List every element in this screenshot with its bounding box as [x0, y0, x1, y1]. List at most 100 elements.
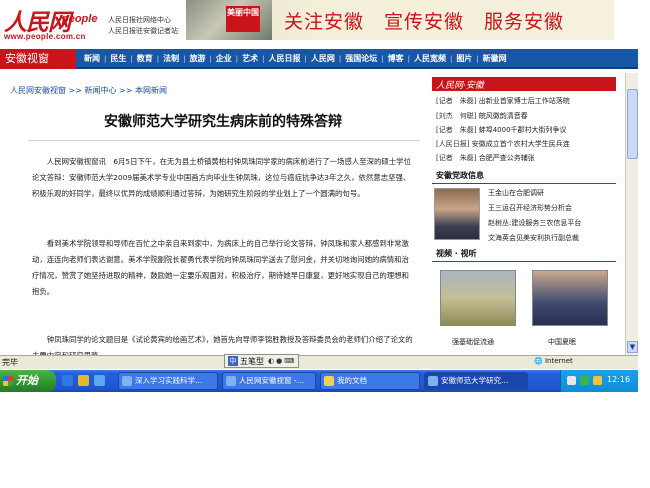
news-text[interactable]: 皖风徽韵清音春 — [479, 112, 528, 120]
gov-news-item[interactable]: 文海英会见美安利执行副总裁 — [488, 233, 579, 243]
task-button-2[interactable]: 人民网安徽视窗 -… — [222, 372, 316, 390]
nav-item-art[interactable]: 艺术 — [238, 49, 262, 69]
task-label: 我的文档 — [337, 376, 367, 385]
ime-halfwidth-icon[interactable]: ◐ — [268, 357, 274, 365]
nav-item-peoples-daily[interactable]: 人民日报 — [265, 49, 305, 69]
sidebar-video-header: 视频 · 视听 — [432, 248, 616, 262]
windows-taskbar: 开始 深入学习实践科学… 人民网安徽视窗 -… 我的文档 安徽师范大学研究… 1… — [0, 370, 638, 392]
news-text[interactable]: 安徽成立首个农村大学生民兵连 — [472, 140, 570, 148]
sidebar-gov-title: 安徽党政信息 — [436, 171, 484, 180]
windows-flag-icon — [3, 376, 13, 386]
folder-window-icon — [324, 376, 334, 386]
start-label: 开始 — [16, 374, 38, 387]
system-tray: 12:16 — [560, 370, 638, 392]
scroll-down-arrow-icon[interactable]: ▼ — [627, 341, 638, 353]
video-thumbnail-1[interactable] — [440, 270, 516, 326]
banner-seal: 美丽中国 — [226, 6, 260, 32]
sidebar-news-item[interactable]: [记者 朱磊] 出新业首家博士后工作站落皖 — [436, 96, 570, 106]
official-portrait-image[interactable] — [434, 188, 480, 240]
right-sidebar: 人民网·安徽 [记者 朱磊] 出新业首家博士后工作站落皖 [刘杰 何聪] 皖风徽… — [432, 73, 616, 355]
site-logo-people[interactable]: people — [62, 13, 97, 25]
nav-item-news[interactable]: 新闻 — [80, 49, 104, 69]
ime-keyboard-icon[interactable]: ⌨ — [284, 357, 294, 365]
article-paragraph-3: 钟凤珠同学的论文题目是《试论黄宾的绘画艺术》，她首先向导师李锦胜教授及答辩委员会… — [32, 335, 413, 356]
breadcrumb[interactable]: 人民网安徽视窗 >> 新闻中心 >> 本网新闻 — [10, 85, 167, 96]
main-nav: 安徽视窗 新闻 | 民生 | 教育 | 法制 | 旅游 | 企业 | 艺术 | 人民日报 | 人… — [0, 49, 638, 69]
sidebar-news-header: 人民网·安徽 — [432, 77, 616, 91]
gov-news-item[interactable]: 赵树丛:建设服务三农信息平台 — [488, 218, 581, 228]
sidebar-news-item[interactable]: [人民日报] 安徽成立首个农村大学生民兵连 — [436, 139, 570, 149]
clock[interactable]: 12:16 — [607, 375, 630, 384]
ie-window-icon — [122, 376, 132, 386]
nav-item-photos[interactable]: 图片 — [452, 49, 476, 69]
start-button[interactable]: 开始 — [0, 370, 56, 392]
network-icon[interactable] — [580, 376, 589, 385]
article-title: 安徽师范大学研究生病床前的特殊答辩 — [104, 114, 342, 130]
nav-item-livelihood[interactable]: 民生 — [106, 49, 130, 69]
status-text: 完毕 — [2, 358, 18, 367]
ie-window-icon — [226, 376, 236, 386]
volume-icon[interactable] — [567, 376, 576, 385]
sidebar-news-title: 人民网·安徽 — [436, 81, 484, 91]
nav-item-broadband[interactable]: 人民宽频 — [410, 49, 450, 69]
browser-status-bar: 完毕 🌐 Internet — [0, 355, 638, 369]
task-button-1[interactable]: 深入学习实践科学… — [118, 372, 218, 390]
news-text[interactable]: 蚌埠4000千郡村大街列争议 — [479, 126, 567, 134]
nav-item-people-net[interactable]: 人民网 — [307, 49, 339, 69]
nav-item-xinhui[interactable]: 新徽网 — [479, 49, 511, 69]
nav-section-title[interactable]: 安徽视窗 — [0, 49, 76, 69]
news-source: [记者 朱磊] — [436, 97, 477, 105]
ime-toolbar[interactable]: 中 五笔型 ◐ ● ⌨ — [224, 354, 300, 368]
gov-news-item[interactable]: 王金山在合肥调研 — [488, 188, 544, 198]
article-paragraph-1: 人民网安徽视窗讯 6月5日下午，在无为县土桥镇黄柏村钟凤珠同学家的病床前进行了一… — [32, 157, 411, 198]
ime-mode-icon[interactable]: 中 — [228, 356, 238, 366]
vertical-scrollbar[interactable]: ▼ — [625, 73, 638, 355]
video-caption-2[interactable]: 中国夏眠 — [548, 337, 576, 347]
screen: 人民网 people www.people.com.cn 人民日报社网络中心 人… — [0, 0, 638, 392]
task-label: 深入学习实践科学… — [135, 376, 203, 385]
news-text[interactable]: 合肥严查公务辅张 — [479, 154, 535, 162]
sidebar-news-item[interactable]: [刘杰 何聪] 皖风徽韵清音春 — [436, 111, 528, 121]
banner-photo: 美丽中国 — [186, 0, 272, 40]
security-icon[interactable] — [593, 376, 602, 385]
task-label: 人民网安徽视窗 -… — [239, 376, 305, 385]
header-banner[interactable]: 美丽中国 关注安徽 宣传安徽 服务安徽 — [186, 0, 614, 40]
title-divider — [28, 140, 420, 141]
news-source: [刘杰 何聪] — [436, 112, 477, 120]
header-subtitle-2: 人民日报驻安徽记者站 — [108, 27, 178, 35]
task-button-4[interactable]: 安徽师范大学研究… — [424, 372, 528, 390]
video-thumbnail-2[interactable] — [532, 270, 608, 326]
video-caption-1[interactable]: 强基础促流通 — [452, 337, 494, 347]
gov-news-item[interactable]: 王三运召开经济形势分析会 — [488, 203, 572, 213]
ie-window-icon — [428, 376, 438, 386]
banner-slogan: 关注安徽 宣传安徽 服务安徽 — [284, 11, 565, 33]
news-source: [记者 朱磊] — [436, 154, 477, 162]
nav-item-business[interactable]: 企业 — [212, 49, 236, 69]
ime-punctuation-icon[interactable]: ● — [276, 357, 282, 365]
ie-quicklaunch-icon[interactable] — [62, 375, 73, 386]
nav-item-education[interactable]: 教育 — [133, 49, 157, 69]
news-source: [记者 朱磊] — [436, 126, 477, 134]
sidebar-news-item[interactable]: [记者 朱磊] 蚌埠4000千郡村大街列争议 — [436, 125, 567, 135]
header-subtitle-1: 人民日报社网络中心 — [108, 16, 171, 24]
sidebar-video-title: 视频 · 视听 — [436, 249, 477, 258]
news-source: [人民日报] — [436, 140, 470, 148]
nav-item-travel[interactable]: 旅游 — [185, 49, 209, 69]
task-button-3[interactable]: 我的文档 — [320, 372, 420, 390]
desktop-quicklaunch-icon[interactable] — [94, 375, 105, 386]
article-paragraph-2: 看到美术学院领导和导师在百忙之中亲自来到家中，为病床上的自己举行论文答辩，钟凤珠… — [32, 239, 409, 296]
ime-label: 五笔型 — [240, 356, 264, 366]
site-url: www.people.com.cn — [4, 32, 86, 41]
sidebar-news-item[interactable]: [记者 朱磊] 合肥严查公务辅张 — [436, 153, 535, 163]
nav-item-law[interactable]: 法制 — [159, 49, 183, 69]
folder-quicklaunch-icon[interactable] — [78, 375, 89, 386]
scrollbar-thumb[interactable] — [627, 89, 638, 159]
sidebar-gov-header: 安徽党政信息 — [432, 170, 616, 184]
nav-item-blog[interactable]: 博客 — [384, 49, 408, 69]
task-label: 安徽师范大学研究… — [441, 376, 509, 385]
news-text[interactable]: 出新业首家博士后工作站落皖 — [479, 97, 570, 105]
nav-item-forum[interactable]: 强国论坛 — [341, 49, 381, 69]
nav-links: 新闻 | 民生 | 教育 | 法制 | 旅游 | 企业 | 艺术 | 人民日报 | 人民网 | 强… — [80, 49, 511, 69]
site-header: 人民网 people www.people.com.cn 人民日报社网络中心 人… — [0, 0, 638, 46]
zone-label: Internet — [544, 357, 573, 365]
